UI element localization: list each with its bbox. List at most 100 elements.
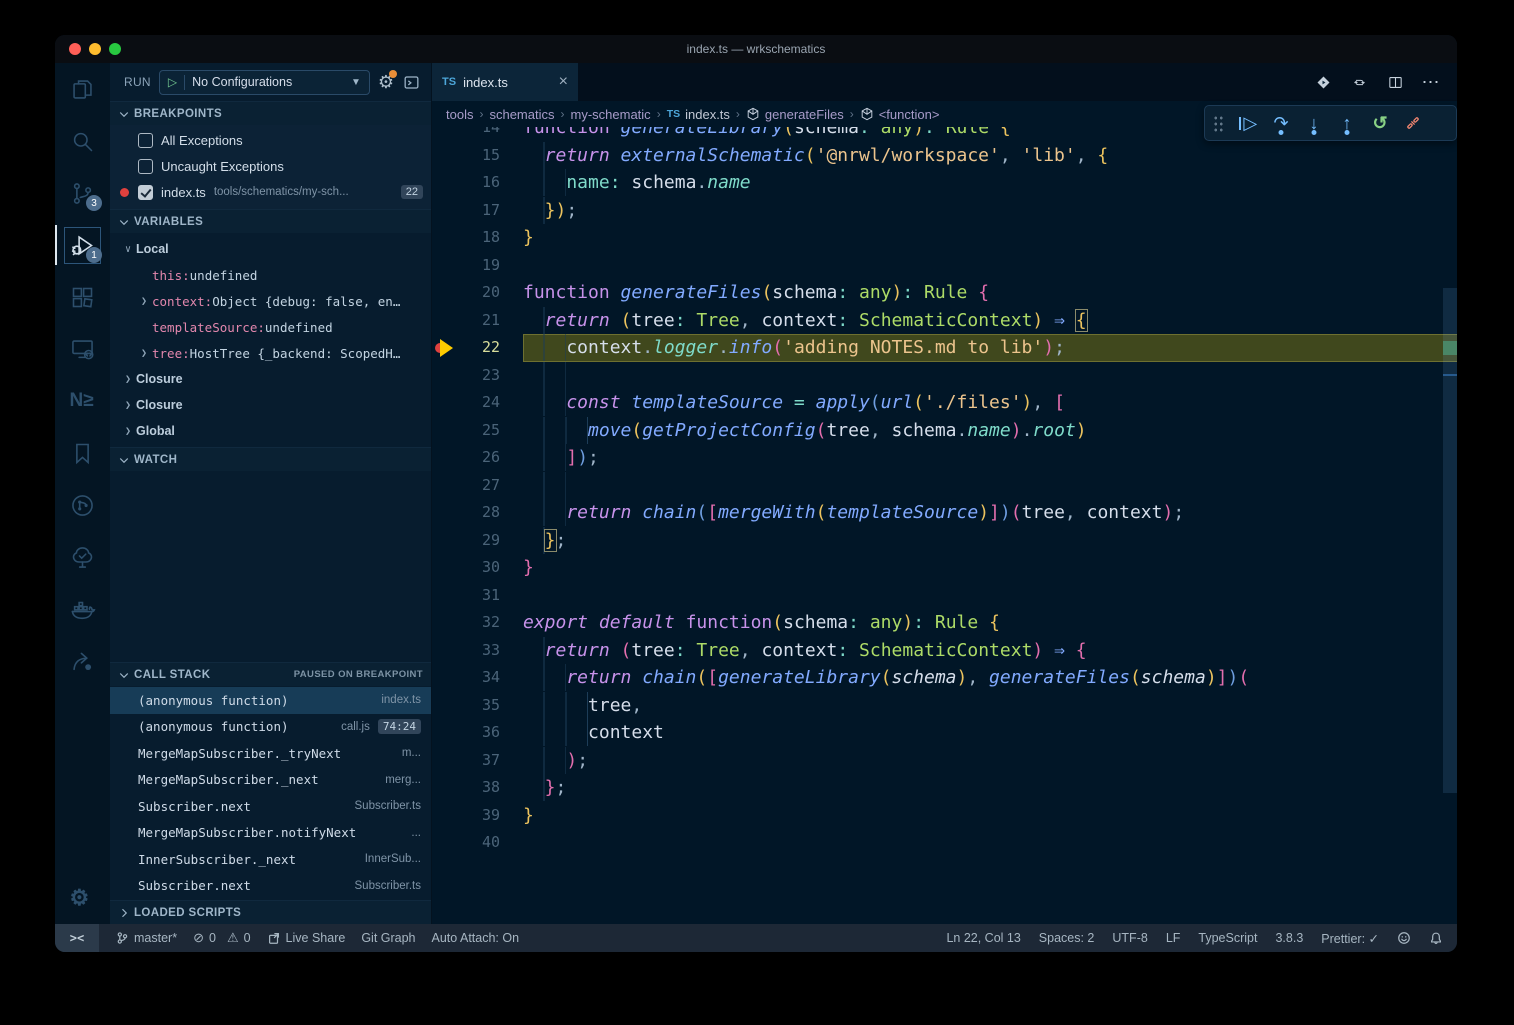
code-line-content[interactable] <box>523 582 1457 610</box>
breadcrumb-item-5[interactable]: generateFiles <box>746 107 844 122</box>
status-git-graph[interactable]: Git Graph <box>361 931 415 945</box>
line-number[interactable]: 23 <box>458 362 500 390</box>
variables-section-header[interactable]: VARIABLES <box>110 209 431 233</box>
activity-item-source-control[interactable]: 3 <box>55 167 110 219</box>
activity-item-docker[interactable] <box>55 583 110 635</box>
line-number[interactable]: 35 <box>458 692 500 720</box>
code-line-content[interactable]: return (tree: Tree, context: SchematicCo… <box>523 637 1457 665</box>
code-line-content[interactable]: return externalSchematic('@nrwl/workspac… <box>523 142 1457 170</box>
call-stack-frame[interactable]: MergeMapSubscriber.notifyNext... <box>110 820 431 847</box>
status-live-share[interactable]: Live Share <box>267 931 346 945</box>
debug-console-button[interactable] <box>402 73 421 92</box>
drag-handle-icon[interactable] <box>1213 115 1224 132</box>
step-into-button[interactable]: ↓ <box>1299 109 1329 137</box>
breakpoints-section-header[interactable]: BREAKPOINTS <box>110 101 431 125</box>
status-encoding[interactable]: UTF-8 <box>1112 931 1147 945</box>
call-stack-frame[interactable]: (anonymous function)call.js74:24 <box>110 714 431 741</box>
glyph-margin[interactable] <box>432 169 458 197</box>
call-stack-section-header[interactable]: CALL STACK PAUSED ON BREAKPOINT <box>110 662 431 686</box>
call-stack-frame[interactable]: (anonymous function)index.ts <box>110 687 431 714</box>
line-number[interactable]: 14 <box>458 127 500 142</box>
code-line-content[interactable]: const templateSource = apply(url('./file… <box>523 389 1457 417</box>
breadcrumb-item-2[interactable]: schematics <box>489 107 554 122</box>
status-feedback[interactable] <box>1397 931 1411 945</box>
line-number[interactable]: 30 <box>458 554 500 582</box>
glyph-margin[interactable] <box>432 664 458 692</box>
line-number[interactable]: 39 <box>458 802 500 830</box>
line-number[interactable]: 36 <box>458 719 500 747</box>
twistie-icon[interactable]: ❯ <box>136 296 152 307</box>
close-tab-icon[interactable]: × <box>559 74 568 90</box>
code-line-content[interactable]: function generateFiles(schema: any): Rul… <box>523 279 1457 307</box>
line-number[interactable]: 29 <box>458 527 500 555</box>
code-line-content[interactable]: } <box>523 554 1457 582</box>
status-notifications[interactable] <box>1429 931 1443 945</box>
code-editor[interactable]: 14function generateLibrary(schema: any):… <box>432 127 1457 924</box>
glyph-margin[interactable] <box>432 252 458 280</box>
code-line-content[interactable]: } <box>523 802 1457 830</box>
line-number[interactable]: 33 <box>458 637 500 665</box>
split-editor-button[interactable] <box>1385 72 1405 92</box>
start-debug-icon[interactable]: ▷ <box>168 75 177 89</box>
call-stack-frame[interactable]: MergeMapSubscriber._tryNextm... <box>110 740 431 767</box>
code-line-content[interactable]: }; <box>523 527 1457 555</box>
activity-item-test-tree[interactable] <box>55 531 110 583</box>
variable-row[interactable]: ❯tree: HostTree {_backend: ScopedH… <box>110 340 431 366</box>
line-number[interactable]: 16 <box>458 169 500 197</box>
line-number[interactable]: 40 <box>458 829 500 857</box>
remote-indicator[interactable]: >< <box>55 924 99 952</box>
line-number[interactable]: 17 <box>458 197 500 225</box>
status-cursor-position[interactable]: Ln 22, Col 13 <box>946 931 1020 945</box>
code-line-content[interactable]: return (tree: Tree, context: SchematicCo… <box>523 307 1457 335</box>
glyph-margin[interactable] <box>432 527 458 555</box>
glyph-margin[interactable] <box>432 279 458 307</box>
variable-row[interactable]: this: undefined <box>110 262 431 288</box>
glyph-margin[interactable] <box>432 127 458 142</box>
code-line-content[interactable] <box>523 472 1457 500</box>
activity-item-run-and-debug[interactable]: 1 <box>55 219 110 271</box>
variable-row[interactable]: templateSource: undefined <box>110 314 431 340</box>
code-line-content[interactable]: move(getProjectConfig(tree, schema.name)… <box>523 417 1457 445</box>
activity-item-nx-console[interactable]: N≥ <box>55 375 110 427</box>
glyph-margin[interactable] <box>432 142 458 170</box>
code-line-content[interactable]: name: schema.name <box>523 169 1457 197</box>
compare-changes-button[interactable] <box>1349 72 1369 92</box>
breakpoint-row[interactable]: Uncaught Exceptions <box>110 153 431 179</box>
line-number[interactable]: 24 <box>458 389 500 417</box>
line-number[interactable]: 31 <box>458 582 500 610</box>
restart-button[interactable]: ↺ <box>1365 109 1395 137</box>
status-prettier[interactable]: Prettier: ✓ <box>1321 931 1379 946</box>
glyph-margin[interactable] <box>432 829 458 857</box>
line-number[interactable]: 37 <box>458 747 500 775</box>
glyph-margin[interactable] <box>432 609 458 637</box>
activity-item-search[interactable] <box>55 115 110 167</box>
line-number[interactable]: 32 <box>458 609 500 637</box>
breakpoint-checkbox[interactable] <box>138 133 153 148</box>
glyph-margin[interactable] <box>432 802 458 830</box>
glyph-margin[interactable] <box>432 774 458 802</box>
continue-button[interactable]: ▷ <box>1233 109 1263 137</box>
glyph-margin[interactable] <box>432 692 458 720</box>
glyph-margin[interactable] <box>432 747 458 775</box>
line-number[interactable]: 20 <box>458 279 500 307</box>
status-auto-attach[interactable]: Auto Attach: On <box>432 931 520 945</box>
code-line-content[interactable]: ]); <box>523 444 1457 472</box>
line-number[interactable]: 25 <box>458 417 500 445</box>
variable-row[interactable]: ❯context: Object {debug: false, en… <box>110 288 431 314</box>
disconnect-button[interactable] <box>1398 109 1428 137</box>
line-number[interactable]: 27 <box>458 472 500 500</box>
call-stack-frame[interactable]: MergeMapSubscriber._nextmerg... <box>110 767 431 794</box>
call-stack-frame[interactable]: InnerSubscriber._nextInnerSub... <box>110 846 431 873</box>
activity-item-bookmarks[interactable] <box>55 427 110 479</box>
code-line-content[interactable]: context.logger.info('adding NOTES.md to … <box>523 334 1457 362</box>
code-line-content[interactable]: return chain([mergeWith(templateSource)]… <box>523 499 1457 527</box>
status-indentation[interactable]: Spaces: 2 <box>1039 931 1095 945</box>
glyph-margin[interactable] <box>432 499 458 527</box>
status-ts-version[interactable]: 3.8.3 <box>1275 931 1303 945</box>
activity-item-extensions[interactable] <box>55 271 110 323</box>
glyph-margin[interactable] <box>432 472 458 500</box>
glyph-margin[interactable] <box>432 389 458 417</box>
breakpoint-row[interactable]: All Exceptions <box>110 127 431 153</box>
status-language[interactable]: TypeScript <box>1198 931 1257 945</box>
loaded-scripts-section-header[interactable]: LOADED SCRIPTS <box>110 900 431 924</box>
